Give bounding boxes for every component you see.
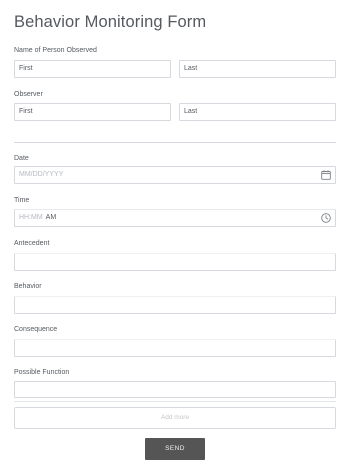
- person-observed-first-text: First: [19, 65, 33, 72]
- date-input[interactable]: MM/DD/YYYY: [14, 166, 336, 184]
- person-observed-last-input[interactable]: Last: [179, 60, 336, 78]
- person-observed-first-input[interactable]: First: [14, 60, 171, 78]
- add-more-button[interactable]: Add more: [14, 407, 336, 429]
- form-title: Behavior Monitoring Form: [14, 13, 207, 31]
- possible-function-label: Possible Function: [14, 369, 70, 376]
- consequence-input[interactable]: [14, 339, 336, 357]
- person-observed-last-text: Last: [184, 65, 198, 72]
- possible-function-input[interactable]: [14, 381, 336, 398]
- time-label: Time: [14, 197, 30, 204]
- behavior-input[interactable]: [14, 296, 336, 314]
- antecedent-input[interactable]: [14, 253, 336, 271]
- observer-first-input[interactable]: First: [14, 103, 171, 121]
- consequence-label: Consequence: [14, 326, 58, 333]
- repeat-group-separator: [14, 401, 336, 402]
- ampm-value[interactable]: AM: [46, 214, 57, 221]
- observer-label: Observer: [14, 91, 43, 98]
- observer-last-text: Last: [184, 108, 198, 115]
- behavior-label: Behavior: [14, 283, 42, 290]
- send-button[interactable]: SEND: [145, 438, 205, 460]
- time-placeholder: HH:MM: [19, 214, 43, 221]
- date-placeholder: MM/DD/YYYY: [19, 171, 64, 178]
- behavior-monitoring-form: Behavior Monitoring Form Name of Person …: [0, 0, 350, 475]
- observer-first-text: First: [19, 108, 33, 115]
- calendar-icon[interactable]: [321, 170, 331, 180]
- antecedent-label: Antecedent: [14, 240, 50, 247]
- person-observed-label: Name of Person Observed: [14, 47, 97, 54]
- date-label: Date: [14, 155, 29, 162]
- section-divider: [14, 142, 336, 143]
- observer-last-input[interactable]: Last: [179, 103, 336, 121]
- time-input[interactable]: HH:MM AM: [14, 209, 336, 227]
- clock-icon[interactable]: [321, 213, 331, 223]
